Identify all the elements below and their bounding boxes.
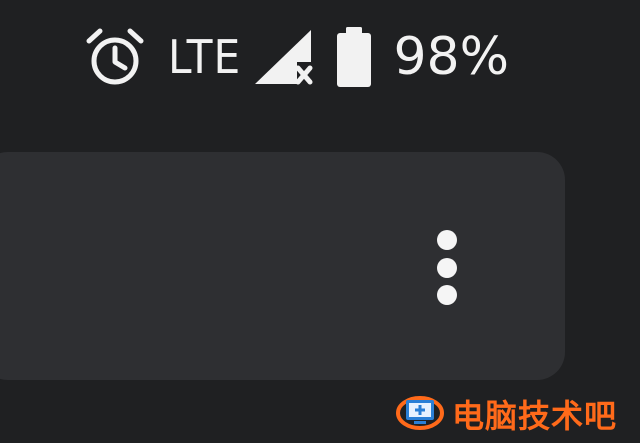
battery-percent-label: 98% xyxy=(393,27,510,87)
status-bar: LTE 98% xyxy=(84,22,509,92)
notification-card[interactable] xyxy=(0,152,565,380)
battery-icon xyxy=(335,26,373,88)
menu-dot xyxy=(437,258,457,278)
signal-no-data-icon xyxy=(253,28,313,86)
network-type-label: LTE xyxy=(168,30,242,84)
watermark: 电脑技术吧 xyxy=(396,390,617,438)
watermark-logo-icon xyxy=(396,391,446,438)
screen: LTE 98% 电脑技术吧 xyxy=(0,0,640,443)
menu-dot xyxy=(437,285,457,305)
alarm-icon xyxy=(84,26,146,88)
more-options-button[interactable] xyxy=(425,222,469,312)
watermark-text: 电脑技术吧 xyxy=(452,397,618,435)
menu-dot xyxy=(437,230,457,250)
